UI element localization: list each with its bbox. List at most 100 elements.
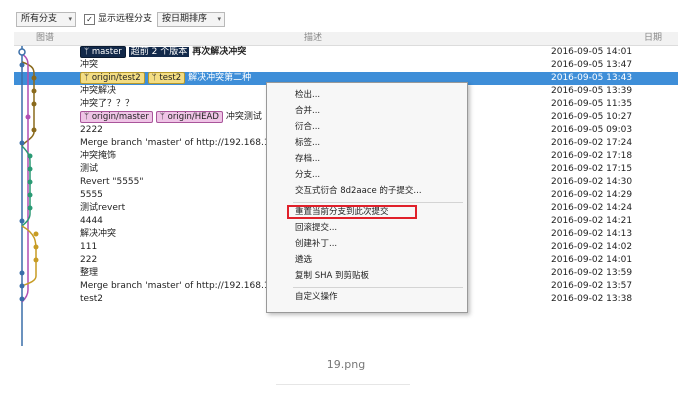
commit-message: 解决冲突 — [80, 229, 117, 239]
commit-row[interactable]: 冲突 2016-09-05 13:47 — [14, 59, 678, 72]
branch-tag[interactable]: ᛘ origin/test2 — [80, 72, 145, 84]
branch-tag[interactable]: ᛘ master — [80, 46, 126, 58]
commit-date: 2016-09-02 14:21 — [551, 216, 633, 226]
column-description[interactable]: 描述 — [304, 32, 322, 45]
commit-date: 2016-09-02 13:38 — [551, 294, 633, 304]
commit-date: 2016-09-05 13:47 — [551, 60, 633, 70]
commit-node — [19, 296, 25, 302]
context-menu-item[interactable]: 分支... — [295, 168, 320, 182]
commit-node — [33, 231, 39, 237]
commit-date: 2016-09-05 13:43 — [551, 73, 633, 83]
commit-node — [19, 283, 25, 289]
commit-node — [33, 244, 39, 250]
menu-separator — [293, 287, 463, 288]
commit-row[interactable]: ᛘ master 超前 2 个版本 再次解决冲突 2016-09-05 14:01 — [14, 46, 678, 59]
commit-message: 5555 — [80, 190, 103, 200]
commit-description: 解决冲突 — [80, 228, 116, 241]
commit-date: 2016-09-05 09:03 — [551, 125, 633, 135]
commit-description: 冲突 — [80, 59, 98, 72]
commit-date: 2016-09-05 13:39 — [551, 86, 633, 96]
commit-description: ᛘ origin/test2 ᛘ test2 解决冲突第二种 — [80, 72, 251, 85]
commit-context-menu: 检出... 合并... 衍合... 标签... 存档... 分支... 交互式衍合 8d2a… — [266, 82, 468, 313]
context-menu-item[interactable]: 遴选 — [295, 253, 312, 267]
commit-node — [27, 153, 33, 159]
branch-filter-label: 所有分支 — [21, 14, 58, 24]
context-menu-item[interactable]: 合并... — [295, 104, 320, 118]
column-header: 图谱 描述 日期 — [14, 32, 678, 46]
branch-tag-label: test2 — [159, 73, 182, 83]
commit-date: 2016-09-05 14:01 — [551, 47, 633, 57]
ahead-count-badge: 超前 2 个版本 — [128, 47, 190, 57]
column-graph[interactable]: 图谱 — [36, 32, 54, 45]
column-date[interactable]: 日期 — [644, 32, 662, 45]
commit-node — [19, 140, 25, 146]
context-menu-item[interactable]: 标签... — [295, 136, 320, 150]
sort-order-label: 按日期排序 — [162, 14, 208, 24]
branch-tag-icon: ᛘ — [84, 73, 92, 83]
commit-node — [18, 48, 26, 56]
highlight-box — [287, 205, 417, 219]
commit-message: 222 — [80, 255, 98, 265]
commit-node — [27, 179, 33, 185]
commit-graph — [18, 46, 39, 346]
commit-message: 冲突 — [80, 60, 99, 70]
branch-tag-label: master — [91, 47, 122, 57]
commit-description: 222 — [80, 254, 97, 267]
commit-date: 2016-09-02 13:57 — [551, 281, 633, 291]
commit-message: Merge branch 'master' of http://192.168.… — [80, 138, 270, 148]
branch-tag[interactable]: ᛘ origin/master — [80, 111, 153, 123]
commit-date: 2016-09-02 14:24 — [551, 203, 633, 213]
commit-message: 4444 — [80, 216, 103, 226]
branch-tag-icon: ᛘ — [159, 112, 168, 122]
checkbox-checked-icon[interactable]: ✓ — [84, 14, 95, 25]
commit-node — [27, 166, 33, 172]
commit-node — [19, 218, 25, 224]
branch-tag-label: origin/test2 — [91, 73, 141, 83]
show-remote-branches-checkbox[interactable]: ✓ 显示远程分支 — [84, 13, 152, 26]
commit-description: 测试 — [80, 163, 98, 176]
commit-date: 2016-09-02 13:59 — [551, 268, 633, 278]
commit-date: 2016-09-02 17:15 — [551, 164, 633, 174]
commit-description: test2 — [80, 293, 103, 306]
context-menu-item[interactable]: 检出... — [295, 88, 320, 102]
branch-tag[interactable]: ᛘ test2 — [147, 72, 186, 84]
context-menu-item[interactable]: 复制 SHA 到剪贴板 — [295, 269, 369, 283]
chevron-down-icon: ▾ — [217, 15, 221, 23]
history-toolbar: 所有分支 ▾ ✓ 显示远程分支 按日期排序 ▾ — [14, 8, 678, 30]
commit-date: 2016-09-02 14:02 — [551, 242, 633, 252]
context-menu-item[interactable]: 存档... — [295, 152, 320, 166]
commit-node — [19, 62, 25, 68]
commit-date: 2016-09-05 11:35 — [551, 99, 633, 109]
commit-description: 冲突掩饰 — [80, 150, 116, 163]
sort-order-dropdown[interactable]: 按日期排序 ▾ — [157, 12, 225, 27]
commit-node — [31, 101, 37, 107]
commit-message: 解决冲突第二种 — [188, 73, 252, 83]
commit-message: 整理 — [80, 268, 99, 278]
context-menu-item[interactable]: 创建补丁... — [295, 237, 337, 251]
chevron-down-icon: ▾ — [68, 15, 72, 23]
commit-message: Revert "5555" — [80, 177, 144, 187]
commit-description: 测试revert — [80, 202, 125, 215]
branch-tag-icon: ᛘ — [84, 47, 92, 57]
menu-separator — [293, 202, 463, 203]
context-menu-item[interactable]: 回滚提交... — [295, 221, 337, 235]
branch-tag-label: origin/master — [91, 112, 149, 122]
commit-description: 冲突解决 — [80, 85, 116, 98]
context-menu-item[interactable]: 交互式衍合 8d2aace 的子提交... — [295, 184, 422, 198]
commit-description: 冲突了？？？ — [80, 98, 134, 111]
commit-description: ᛘ master 超前 2 个版本 再次解决冲突 — [80, 46, 246, 59]
commit-message: 2222 — [80, 125, 103, 135]
commit-description: 2222 — [80, 124, 103, 137]
sourcetree-history-view: 所有分支 ▾ ✓ 显示远程分支 按日期排序 ▾ 图谱 描述 日期 ᛘ master… — [14, 8, 678, 346]
commit-node — [31, 75, 37, 81]
context-menu-item[interactable]: 衍合... — [295, 120, 320, 134]
branch-filter-dropdown[interactable]: 所有分支 ▾ — [16, 12, 76, 27]
commit-description: 111 — [80, 241, 97, 254]
commit-date: 2016-09-02 14:01 — [551, 255, 633, 265]
branch-tag[interactable]: ᛘ origin/HEAD — [155, 111, 223, 123]
image-caption: 19.png — [326, 358, 366, 371]
commit-date: 2016-09-02 14:29 — [551, 190, 633, 200]
commit-description: Merge branch 'master' of http://192.168.… — [80, 137, 270, 150]
context-menu-item[interactable]: 自定义操作 — [295, 290, 338, 304]
commit-date: 2016-09-02 17:24 — [551, 138, 633, 148]
